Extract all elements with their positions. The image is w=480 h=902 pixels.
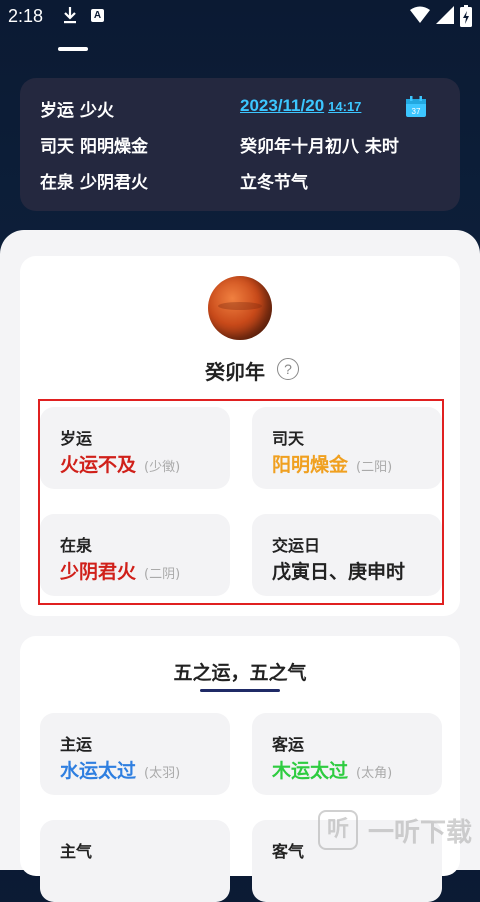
zaiquan-label: 在泉: [40, 173, 74, 193]
download-icon: [64, 7, 76, 24]
tile-sub: (二阳): [356, 460, 393, 475]
solar-term: 立冬节气: [240, 173, 308, 193]
year-title: 癸卯年: [205, 360, 265, 384]
tile-value: 火运不及 (少徵): [60, 454, 181, 476]
sitian-value: 阳明燥金: [80, 137, 148, 157]
tile-sub: (太角): [356, 766, 393, 781]
mars-planet-image: [208, 276, 272, 340]
wifi-icon: [410, 6, 430, 23]
section-underline: [200, 689, 280, 692]
tile-sub: (二阴): [144, 567, 181, 582]
a-icon: A: [91, 9, 104, 22]
tile-value: 阳明燥金 (二阳): [272, 454, 393, 476]
calendar-day: 37: [412, 107, 421, 116]
info-card: 岁运 少火 司天 阳明燥金 在泉 少阴君火 2023/11/20 14:17 37 癸卯…: [20, 78, 460, 211]
status-bar: 2:18 A: [0, 0, 480, 34]
zaiquan-value: 少阴君火: [80, 173, 148, 193]
tile-label: 在泉: [60, 536, 93, 555]
tile-value: 戊寅日、庚申时: [272, 561, 406, 583]
suiyun-value: 少火: [80, 101, 114, 121]
watermark-text: 一听下载: [368, 817, 473, 848]
sitian-tile[interactable]: 司天 阳明燥金 (二阳): [252, 407, 442, 489]
lunar-date: 癸卯年十月初八 未时: [240, 137, 399, 157]
zaiquan-row: 在泉 少阴君火: [40, 168, 148, 193]
section-title: 五之运，五之气: [173, 662, 307, 684]
tile-value: 少阴君火 (二阴): [60, 561, 181, 583]
signal-icon: [436, 6, 454, 24]
tile-value: 水运太过 (太羽): [60, 760, 181, 782]
suiyun-label: 岁运: [40, 101, 74, 121]
calendar-icon[interactable]: 37: [405, 96, 427, 118]
status-time: 2:18: [8, 6, 44, 26]
tile-label: 主气: [60, 842, 93, 861]
date-link[interactable]: 2023/11/20: [240, 96, 324, 115]
tile-label: 客气: [272, 842, 305, 861]
suiyun-row: 岁运 少火: [40, 96, 114, 121]
time-link[interactable]: 14:17: [328, 99, 361, 114]
tile-label: 主运: [60, 735, 93, 754]
zaiquan-tile[interactable]: 在泉 少阴君火 (二阴): [40, 514, 230, 596]
battery-icon: [460, 5, 472, 27]
tile-label: 岁运: [60, 429, 93, 448]
suiyun-tile[interactable]: 岁运 火运不及 (少徵): [40, 407, 230, 489]
zhuyun-tile[interactable]: 主运 水运太过 (太羽): [40, 713, 230, 795]
help-icon[interactable]: ?: [277, 358, 299, 380]
tile-label: 司天: [272, 429, 305, 448]
tile-sub: (少徵): [144, 460, 181, 475]
tile-sub: (太羽): [144, 766, 181, 781]
datetime-picker[interactable]: 2023/11/20 14:17: [240, 96, 361, 116]
tile-label: 客运: [272, 735, 305, 754]
keyun-tile[interactable]: 客运 木运太过 (太角): [252, 713, 442, 795]
jiaoyun-tile[interactable]: 交运日 戊寅日、庚申时: [252, 514, 442, 596]
sitian-row: 司天 阳明燥金: [40, 132, 148, 157]
watermark: 听 一听下载: [318, 808, 472, 852]
zhuqi-tile[interactable]: 主气: [40, 820, 230, 902]
tile-value: 木运太过 (太角): [272, 760, 393, 782]
watermark-logo: 听: [318, 810, 358, 850]
sitian-label: 司天: [40, 137, 74, 157]
tile-label: 交运日: [272, 536, 321, 555]
tab-indicator: [58, 47, 88, 51]
